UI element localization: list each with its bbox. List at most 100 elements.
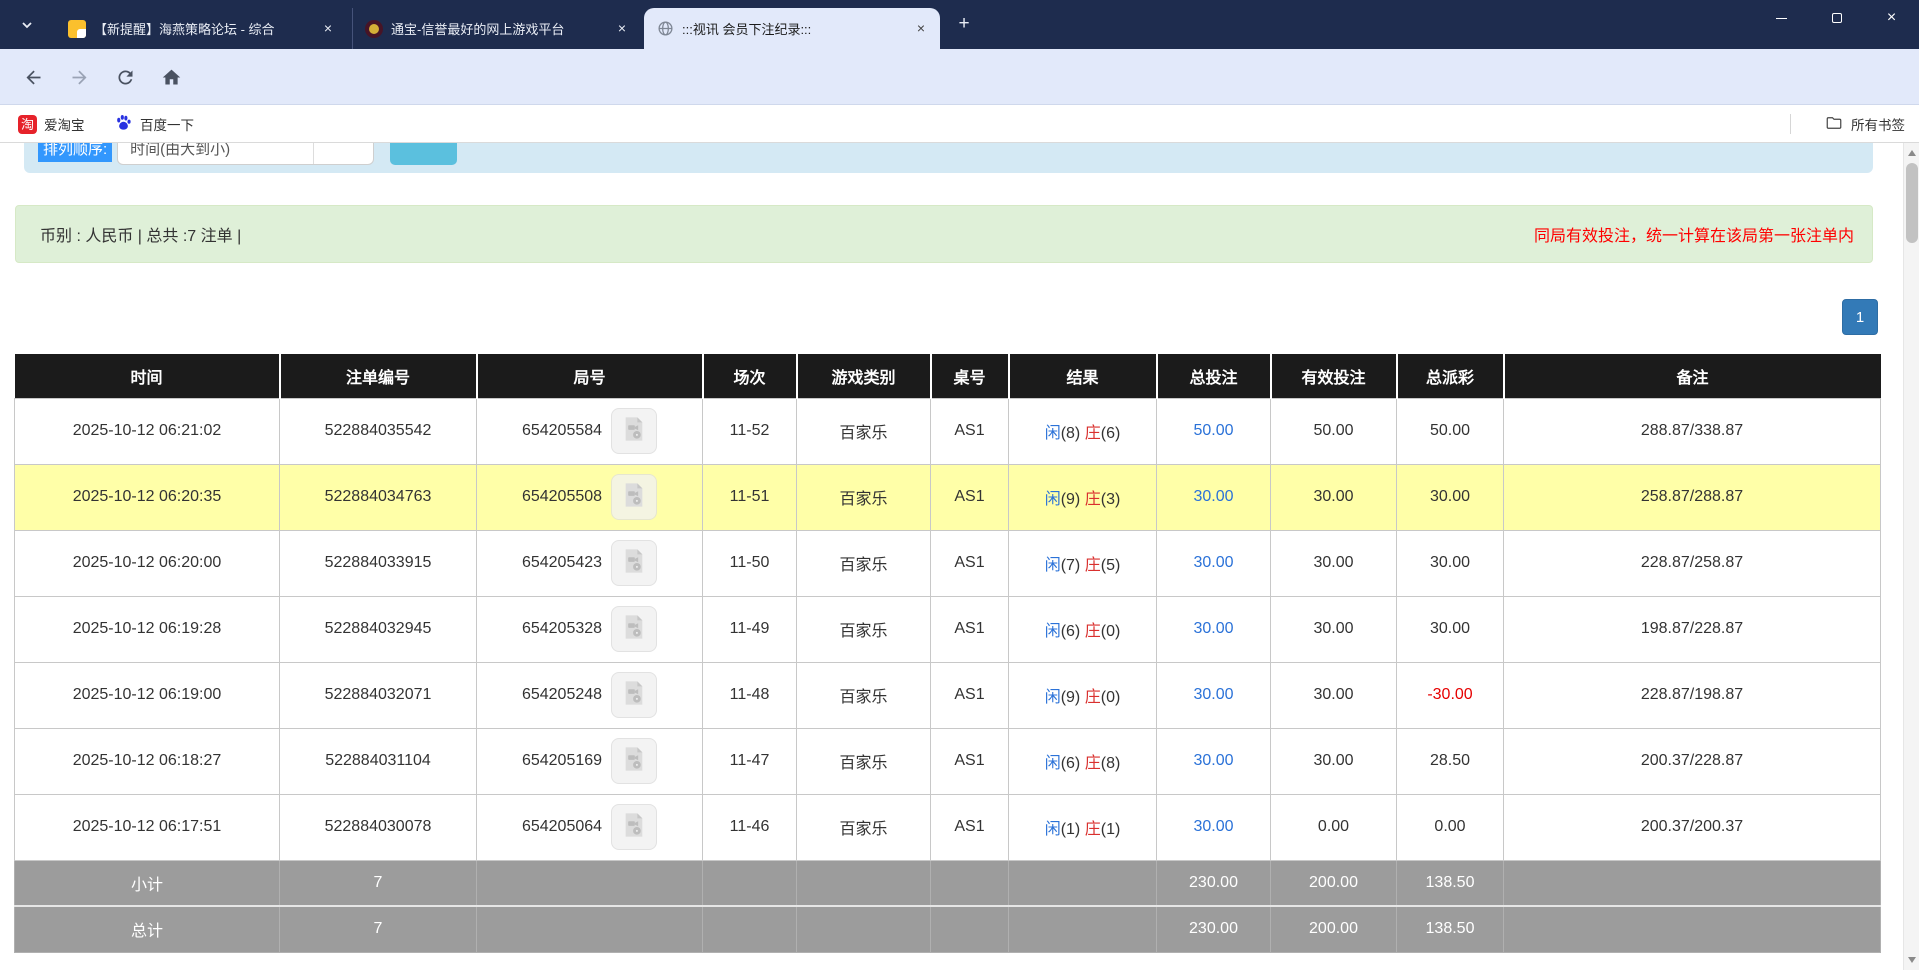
cell-result: 闲(8) 庄(6) [1009,398,1157,464]
video-replay-button[interactable] [611,672,657,718]
back-icon[interactable] [18,62,48,92]
cell-result: 闲(1) 庄(1) [1009,794,1157,860]
round-number: 654205508 [522,488,602,506]
scroll-down-arrow[interactable] [1904,952,1919,968]
cell-total-bet-link[interactable]: 30.00 [1157,530,1271,596]
result-banker-score: (5) [1101,557,1121,574]
scrollbar-thumb[interactable] [1906,163,1918,243]
video-replay-button[interactable] [611,606,657,652]
table-row: 2025-10-12 06:20:00522884033915654205423… [15,530,1881,596]
cell-total-bet-link[interactable]: 30.00 [1157,794,1271,860]
tab-title: :::视讯 会员下注纪录::: [682,19,904,38]
cell-total-bet-link[interactable]: 30.00 [1157,662,1271,728]
close-tab-icon[interactable]: × [912,20,930,38]
sort-order-select[interactable]: 时间(由大到小) [117,143,374,165]
cell-game-type: 百家乐 [797,662,931,728]
cell-note: 228.87/258.87 [1504,530,1881,596]
result-player: 闲 [1045,425,1061,442]
chevron-down-icon[interactable] [14,12,40,38]
new-tab-button[interactable]: + [952,13,976,37]
video-replay-button[interactable] [611,474,657,520]
column-header: 有效投注 [1271,354,1397,398]
table-row: 2025-10-12 06:18:27522884031104654205169… [15,728,1881,794]
result-player-score: (1) [1061,821,1081,838]
result-player-score: (8) [1061,425,1081,442]
video-replay-button[interactable] [611,540,657,586]
round-number: 654205328 [522,620,602,638]
cell-bet-id: 522884032071 [280,662,477,728]
result-banker: 庄 [1085,491,1101,508]
result-player: 闲 [1045,557,1061,574]
cell-total-bet-link[interactable]: 30.00 [1157,596,1271,662]
video-replay-button[interactable] [611,804,657,850]
cell-valid-bet: 30.00 [1271,530,1397,596]
scroll-up-arrow[interactable] [1904,145,1919,161]
globe-favicon-icon [656,20,674,38]
search-form-clipped: 排列顺序: 时间(由大到小) [24,143,1873,173]
bookmarks-divider [1790,114,1791,134]
close-tab-icon[interactable]: × [319,20,337,38]
close-window-button[interactable]: × [1864,0,1919,36]
cell-bet-id: 522884034763 [280,464,477,530]
cell-total-bet-link[interactable]: 30.00 [1157,464,1271,530]
column-header: 游戏类别 [797,354,931,398]
table-row: 2025-10-12 06:21:02522884035542654205584… [15,398,1881,464]
cell-round: 654205423 [477,530,703,596]
home-icon[interactable] [156,62,186,92]
cell-total-bet-link[interactable]: 50.00 [1157,398,1271,464]
pagination-page-1-button[interactable]: 1 [1842,299,1878,335]
cell-note: 288.87/338.87 [1504,398,1881,464]
taobao-icon: 淘 [18,115,37,134]
reload-icon[interactable] [110,62,140,92]
sort-label: 排列顺序: [38,143,112,162]
cell-valid-bet: 30.00 [1271,596,1397,662]
all-bookmarks-button[interactable]: 所有书签 [1825,112,1905,136]
cell-note: 228.87/198.87 [1504,662,1881,728]
column-header: 结果 [1009,354,1157,398]
result-banker: 庄 [1085,623,1101,640]
subtotal-payout: 138.50 [1397,860,1504,906]
cell-round: 654205328 [477,596,703,662]
forward-icon[interactable] [64,62,94,92]
all-bookmarks-label: 所有书签 [1851,114,1905,134]
cell-bet-id: 522884031104 [280,728,477,794]
result-player-score: (6) [1061,755,1081,772]
cell-game-type: 百家乐 [797,728,931,794]
result-banker-score: (0) [1101,689,1121,706]
cell-round: 654205064 [477,794,703,860]
cell-session: 11-50 [703,530,797,596]
video-file-icon [619,480,649,515]
bookmark-taobao[interactable]: 淘 爱淘宝 [12,112,91,136]
cell-note: 198.87/228.87 [1504,596,1881,662]
cell-bet-id: 522884032945 [280,596,477,662]
submit-button[interactable] [390,143,457,165]
browser-window: 【新提醒】海燕策略论坛 - 综合 × 通宝-信誉最好的网上游戏平台 × :::视… [0,0,1919,970]
tab-forum[interactable]: 【新提醒】海燕策略论坛 - 综合 × [56,8,347,49]
video-replay-button[interactable] [611,408,657,454]
video-replay-button[interactable] [611,738,657,784]
table-header-row: 时间注单编号局号场次游戏类别桌号结果总投注有效投注总派彩备注 [15,354,1881,398]
close-tab-icon[interactable]: × [613,20,631,38]
cell-table-no: AS1 [931,662,1009,728]
maximize-button[interactable] [1809,0,1864,36]
column-header: 桌号 [931,354,1009,398]
cell-total-bet-link[interactable]: 30.00 [1157,728,1271,794]
cell-game-type: 百家乐 [797,530,931,596]
window-controls: × [1754,0,1919,36]
cell-payout: 50.00 [1397,398,1504,464]
summary-bar: 币别 : 人民币 | 总共 :7 注单 | 同局有效投注，统一计算在该局第一张注… [15,205,1873,263]
bookmark-baidu[interactable]: 百度一下 [108,112,200,136]
cell-game-type: 百家乐 [797,596,931,662]
cell-payout: 30.00 [1397,464,1504,530]
tab-bet-records-active[interactable]: :::视讯 会员下注纪录::: × [644,8,940,49]
result-player-score: (7) [1061,557,1081,574]
table-row: 2025-10-12 06:17:51522884030078654205064… [15,794,1881,860]
result-player-score: (9) [1061,491,1081,508]
cell-table-no: AS1 [931,596,1009,662]
tab-title: 通宝-信誉最好的网上游戏平台 [391,19,605,38]
total-valid-bet: 200.00 [1271,906,1397,952]
table-row: 2025-10-12 06:20:35522884034763654205508… [15,464,1881,530]
tab-tongbao[interactable]: 通宝-信誉最好的网上游戏平台 × [352,8,641,49]
minimize-button[interactable] [1754,0,1809,36]
cell-time: 2025-10-12 06:19:00 [15,662,280,728]
